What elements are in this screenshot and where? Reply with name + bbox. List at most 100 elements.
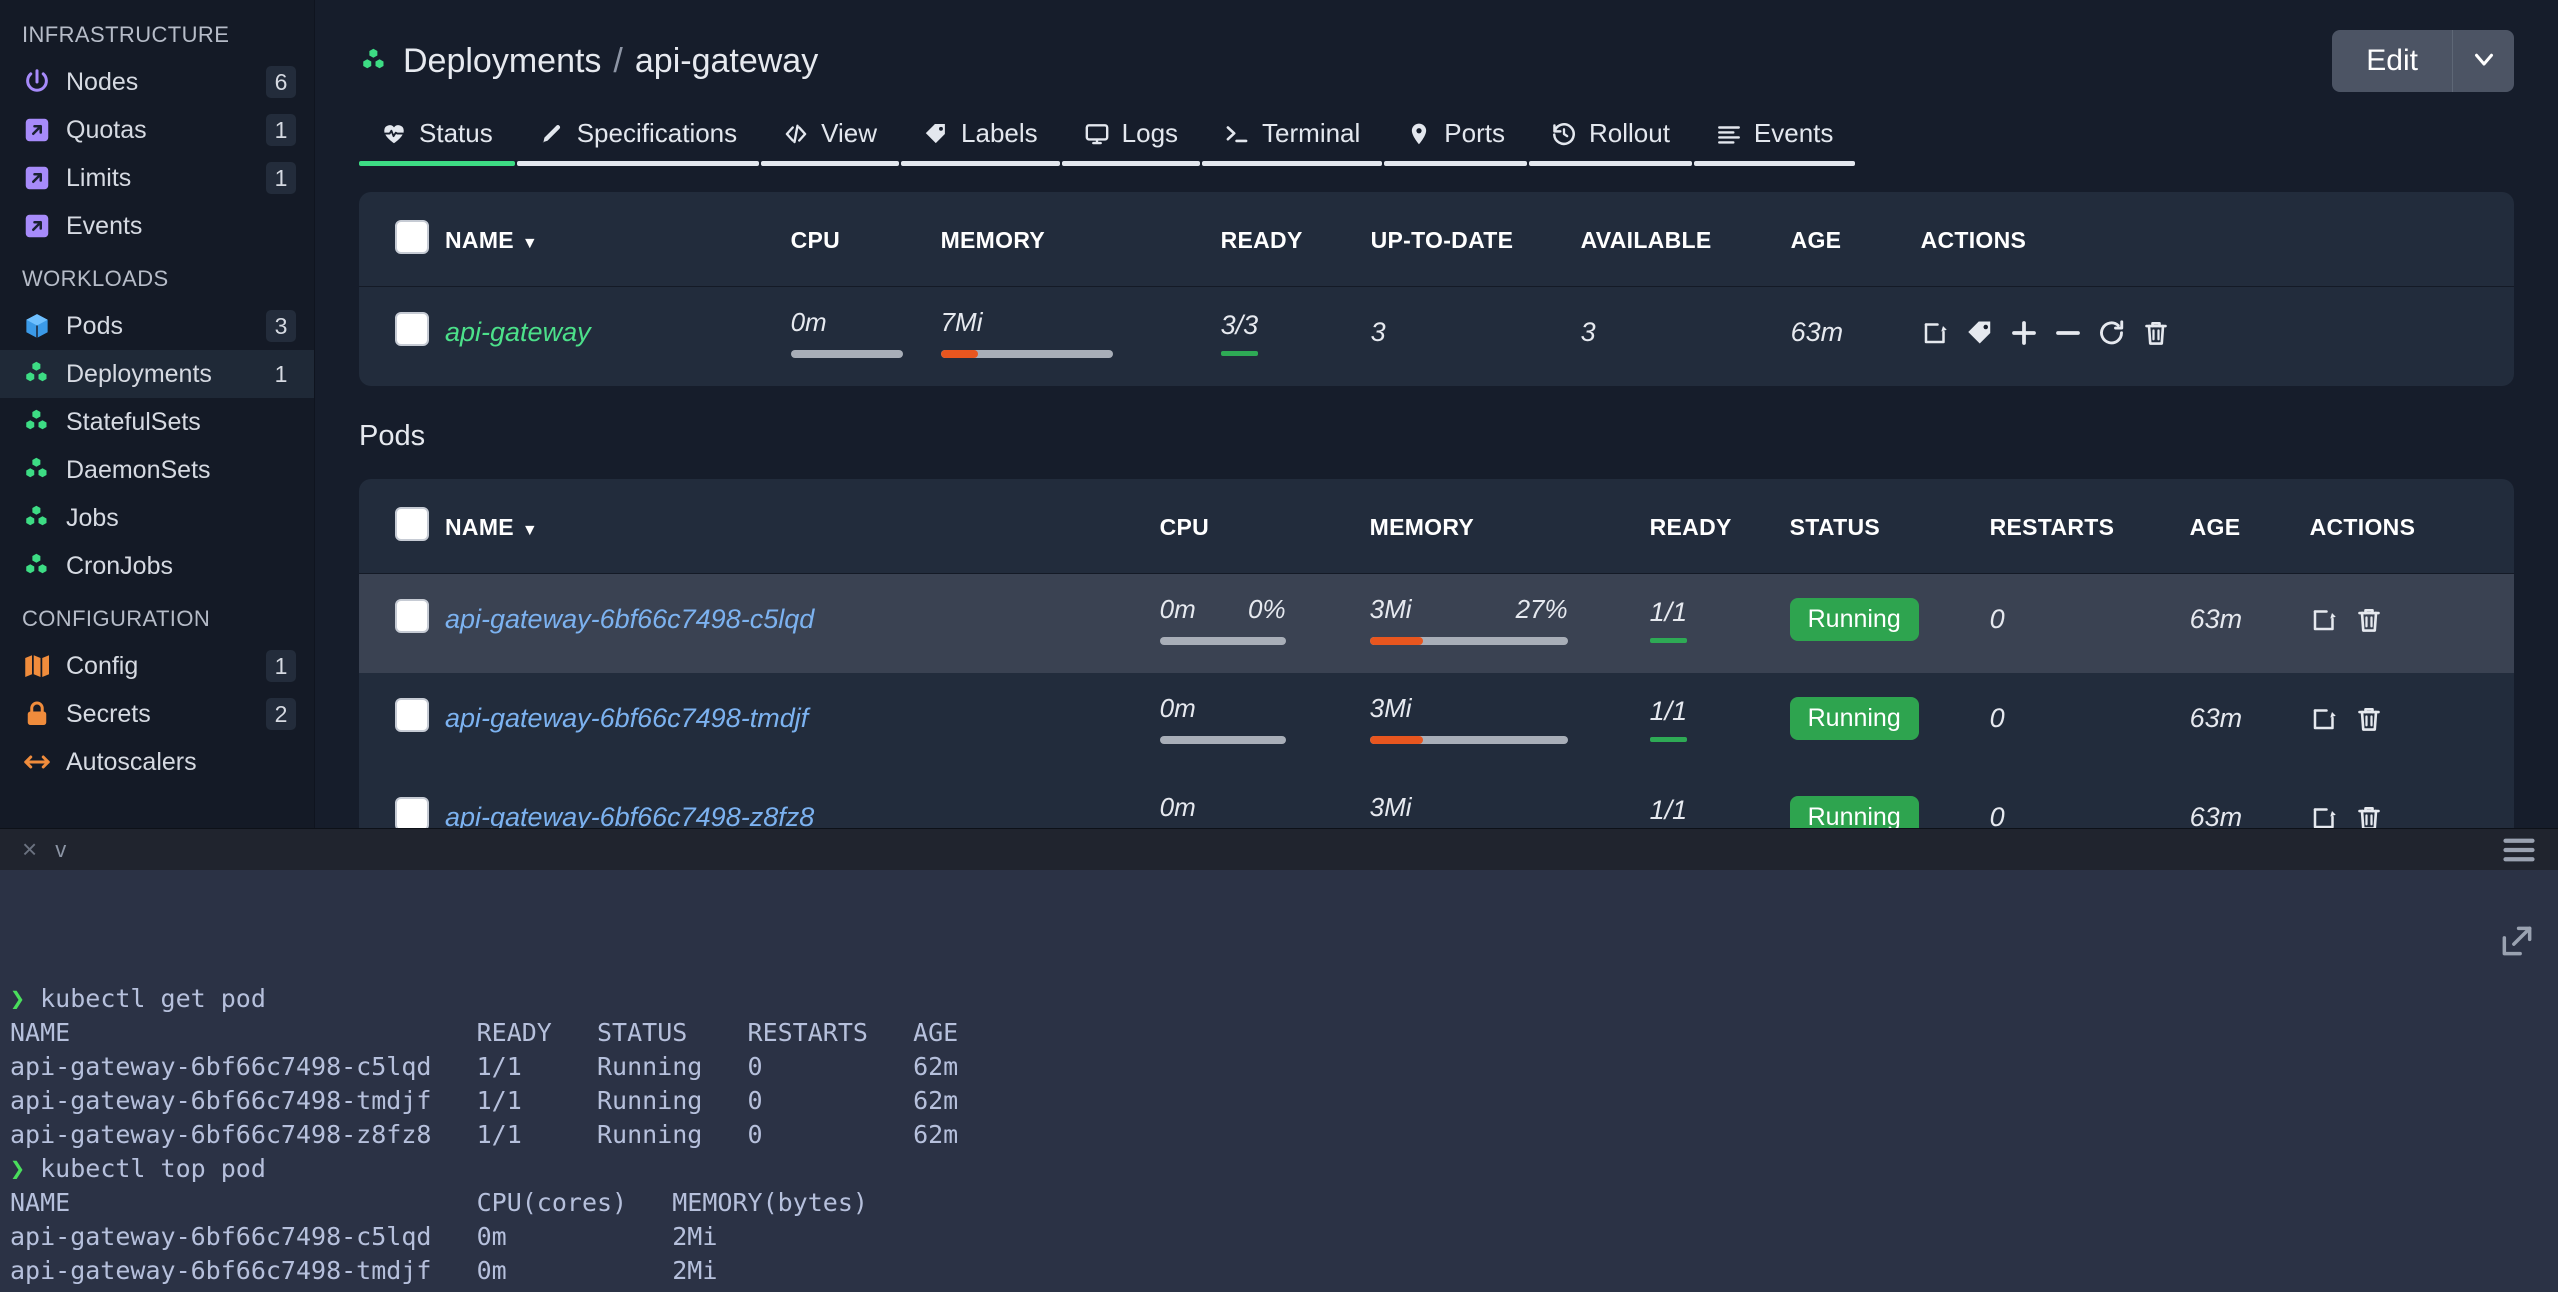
sidebar-item-deployments[interactable]: Deployments 1 — [0, 350, 314, 398]
pod-name-link[interactable]: api-gateway-6bf66c7498-z8fz8 — [445, 802, 814, 828]
column-header-available[interactable]: AVAILABLE — [1581, 192, 1791, 287]
page-header: Deployments / api-gateway Edit — [315, 0, 2558, 96]
delete-icon[interactable] — [2354, 605, 2384, 635]
hamburger-menu-icon[interactable] — [2502, 837, 2536, 863]
row-checkbox[interactable] — [395, 698, 429, 732]
tab-ports[interactable]: Ports — [1384, 108, 1527, 166]
deployment-name-link[interactable]: api-gateway — [445, 317, 591, 347]
row-select-cell — [359, 574, 445, 674]
edit-icon[interactable] — [2310, 605, 2340, 635]
tab-terminal[interactable]: Terminal — [1202, 108, 1383, 166]
sidebar-item-config[interactable]: Config 1 — [0, 642, 314, 690]
lock-icon — [27, 701, 47, 725]
column-header-memory[interactable]: MEMORY — [1370, 479, 1650, 574]
sort-caret-icon: ▼ — [521, 234, 539, 252]
column-header-up-to-date[interactable]: UP-TO-DATE — [1371, 192, 1581, 287]
terminal-output[interactable]: ❯ kubectl get pod NAME READY STATUS RESTA… — [0, 870, 2558, 1292]
sidebar-item-limits[interactable]: Limits 1 — [0, 154, 314, 202]
sidebar-item-badge: 3 — [266, 310, 296, 342]
breadcrumb-root[interactable]: Deployments — [403, 42, 601, 81]
sidebar-item-badge: 1 — [266, 650, 296, 682]
select-all-checkbox[interactable] — [395, 220, 429, 254]
pencil-icon — [542, 124, 560, 143]
memory-value: 3Mi — [1369, 693, 1412, 723]
tab-logs[interactable]: Logs — [1061, 108, 1201, 166]
sidebar-item-label: Pods — [66, 311, 123, 340]
column-header-name[interactable]: NAME ▼ — [445, 192, 791, 287]
lock-icon — [22, 699, 56, 729]
cubes-icon — [26, 409, 47, 430]
table-row[interactable]: api-gateway-6bf66c7498-z8fz8 0m 3Mi 1/1 — [359, 772, 2514, 828]
edit-icon[interactable] — [2310, 803, 2340, 829]
deployments-table-head: NAME ▼ CPU MEMORY READY UP-TO-DATE AVAILABLE AG… — [359, 192, 2514, 287]
sidebar-item-nodes[interactable]: Nodes 6 — [0, 58, 314, 106]
column-header-cpu[interactable]: CPU — [791, 192, 941, 287]
monitor-icon — [1085, 123, 1109, 144]
column-header-memory[interactable]: MEMORY — [941, 192, 1221, 287]
tab-status[interactable]: Status — [359, 108, 515, 166]
column-header-restarts[interactable]: RESTARTS — [1990, 479, 2190, 574]
table-row[interactable]: api-gateway-6bf66c7498-c5lqd 0m 0% 3Mi 2… — [359, 573, 2514, 674]
column-header-name[interactable]: NAME ▼ — [445, 479, 1160, 574]
heartbeat-icon — [384, 124, 404, 143]
delete-icon[interactable] — [2354, 704, 2384, 734]
breadcrumb-separator: / — [613, 41, 623, 80]
chevron-down-icon[interactable]: v — [55, 837, 66, 863]
column-header-actions[interactable]: ACTIONS — [2310, 479, 2514, 574]
tab-labels[interactable]: Labels — [901, 108, 1060, 166]
edit-dropdown-toggle[interactable] — [2452, 30, 2514, 92]
actions-cell — [2310, 574, 2514, 674]
sidebar-item-events[interactable]: Events — [0, 202, 314, 250]
scale-up-icon[interactable] — [2009, 318, 2039, 348]
tag-icon[interactable] — [1965, 318, 1995, 348]
column-header-cpu[interactable]: CPU — [1160, 479, 1370, 574]
pin-icon — [1412, 123, 1427, 144]
sidebar-item-pods[interactable]: Pods 3 — [0, 302, 314, 350]
tab-events[interactable]: Events — [1693, 108, 1856, 166]
scale-down-icon[interactable] — [2053, 318, 2083, 348]
sidebar-item-statefulsets[interactable]: StatefulSets — [0, 398, 314, 446]
cube-icon — [22, 311, 56, 341]
delete-icon[interactable] — [2141, 318, 2171, 348]
chevron-down-icon — [2469, 44, 2499, 79]
expand-icon[interactable] — [2378, 888, 2536, 1003]
column-header-status[interactable]: STATUS — [1790, 479, 1990, 574]
memory-value: 7Mi — [940, 307, 983, 337]
sidebar-item-secrets[interactable]: Secrets 2 — [0, 690, 314, 738]
content-panel: Deployments / api-gateway Edit Status Sp… — [314, 0, 2558, 828]
table-row[interactable]: api-gateway-6bf66c7498-tmdjf 0m 3Mi 1/1 — [359, 673, 2514, 772]
edit-icon[interactable] — [2310, 704, 2340, 734]
deployment-name-cell: api-gateway — [445, 287, 791, 387]
memory-value: 3Mi — [1369, 792, 1412, 822]
edit-icon[interactable] — [1921, 318, 1951, 348]
pod-name-link[interactable]: api-gateway-6bf66c7498-tmdjf — [445, 703, 808, 733]
select-all-checkbox[interactable] — [395, 507, 429, 541]
sidebar-item-quotas[interactable]: Quotas 1 — [0, 106, 314, 154]
close-icon[interactable]: × — [22, 834, 37, 865]
sidebar-item-cronjobs[interactable]: CronJobs — [0, 542, 314, 590]
tab-rollout[interactable]: Rollout — [1528, 108, 1692, 166]
delete-icon[interactable] — [2354, 803, 2384, 828]
restart-icon[interactable] — [2097, 318, 2127, 348]
pods-header-row: NAME ▼ CPU MEMORY READY STATUS RESTARTS AGE ACTI… — [359, 479, 2514, 574]
column-header-ready[interactable]: READY — [1650, 479, 1790, 574]
row-checkbox[interactable] — [395, 312, 429, 346]
column-header-actions[interactable]: ACTIONS — [1921, 192, 2514, 287]
column-header-ready[interactable]: READY — [1221, 192, 1371, 287]
pod-name-link[interactable]: api-gateway-6bf66c7498-c5lqd — [445, 604, 814, 634]
restarts-cell: 0 — [1989, 802, 2005, 828]
column-header-age[interactable]: AGE — [2190, 479, 2310, 574]
sidebar-item-jobs[interactable]: Jobs — [0, 494, 314, 542]
delete-icon — [2357, 707, 2380, 731]
table-row[interactable]: api-gateway 0m 7Mi 3/3 3 3 63m — [359, 287, 2514, 387]
select-all-cell — [359, 192, 445, 287]
row-checkbox[interactable] — [395, 599, 429, 633]
row-select-cell — [359, 287, 445, 387]
sidebar-item-autoscalers[interactable]: Autoscalers — [0, 738, 314, 786]
row-checkbox[interactable] — [395, 797, 429, 828]
edit-button[interactable]: Edit — [2332, 30, 2452, 92]
tab-view[interactable]: View — [761, 108, 900, 166]
column-header-age[interactable]: AGE — [1791, 192, 1921, 287]
tab-specifications[interactable]: Specifications — [516, 108, 760, 166]
sidebar-item-daemonsets[interactable]: DaemonSets — [0, 446, 314, 494]
